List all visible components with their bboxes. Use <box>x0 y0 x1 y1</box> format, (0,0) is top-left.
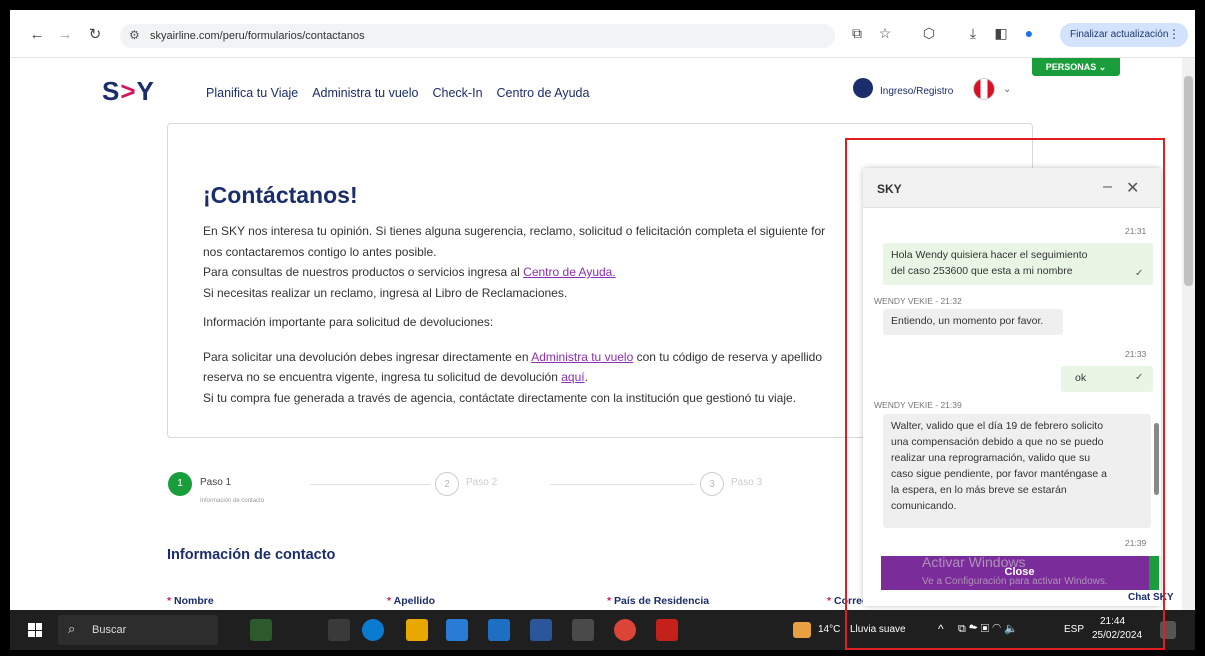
update-button[interactable]: Finalizar actualización ⋮ <box>1060 23 1188 47</box>
step-connector <box>550 484 695 485</box>
step-1-sub: Información de contacto <box>200 498 265 504</box>
nav-checkin[interactable]: Check-In <box>433 86 483 100</box>
acrobat-icon[interactable] <box>656 619 678 641</box>
peru-flag-icon[interactable] <box>973 78 995 100</box>
intro-line-2: nos contactaremos contigo lo antes posib… <box>203 245 437 259</box>
back-icon[interactable]: ← <box>28 26 46 44</box>
step-1-label: Paso 1 <box>200 477 232 488</box>
weather-temp: 14°C <box>818 624 841 635</box>
step-2-label: Paso 2 <box>466 477 498 488</box>
menu-dots-icon[interactable]: ⋮ <box>1168 27 1180 41</box>
sky-logo[interactable]: S>Y <box>102 76 155 107</box>
windows-start-icon[interactable] <box>28 623 42 637</box>
mail-icon[interactable] <box>488 619 510 641</box>
chrome-icon[interactable] <box>614 619 636 641</box>
reload-icon[interactable]: ↻ <box>86 26 104 44</box>
translate-icon[interactable]: ⧉ <box>848 25 866 42</box>
address-bar[interactable]: ⚙ skyairline.com/peru/formularios/contac… <box>120 24 835 48</box>
pais-label: * País de Residencia <box>607 595 710 607</box>
page-scrollbar[interactable] <box>1182 58 1195 610</box>
administra-vuelo-link[interactable]: Administra tu vuelo <box>531 350 633 364</box>
update-label: Finalizar actualización <box>1070 29 1169 40</box>
intro-line-3: Para consultas de nuestros productos o s… <box>203 265 616 279</box>
download-icon[interactable]: ⤓ <box>964 25 982 42</box>
contact-section-title: Información de contacto <box>167 547 336 563</box>
personas-label: PERSONAS <box>1045 62 1097 72</box>
app-icon[interactable] <box>572 619 594 641</box>
refund-line-3: Si tu compra fue generada a través de ag… <box>203 391 797 405</box>
word-icon[interactable] <box>530 619 552 641</box>
step-3-label: Paso 3 <box>731 477 763 488</box>
extensions-icon[interactable]: ⬡ <box>920 25 938 42</box>
store-icon[interactable] <box>446 619 468 641</box>
intro-line-4: Si necesitas realizar un reclamo, ingres… <box>203 286 568 300</box>
sidepanel-icon[interactable]: ◧ <box>992 25 1010 42</box>
refund-line-2: reserva no se encuentra vigente, ingresa… <box>203 370 588 384</box>
login-link[interactable]: Ingreso/Registro <box>880 86 953 97</box>
bookmark-star-icon[interactable]: ☆ <box>876 25 894 42</box>
url-text: skyairline.com/peru/formularios/contacta… <box>150 30 365 42</box>
scrollbar-thumb[interactable] <box>1184 76 1193 286</box>
widgets-icon[interactable] <box>250 619 272 641</box>
step-3-circle: 3 <box>700 472 724 496</box>
annotation-highlight-box <box>845 138 1165 650</box>
forward-icon[interactable]: → <box>56 26 74 44</box>
nombre-label: * Nombre <box>167 595 214 607</box>
file-explorer-icon[interactable] <box>406 619 428 641</box>
intro-line-1: En SKY nos interesa tu opinión. Si tiene… <box>203 224 826 238</box>
apellido-label: * Apellido <box>387 595 436 607</box>
profile-icon[interactable]: ● <box>1020 25 1038 41</box>
site-info-icon[interactable]: ⚙ <box>129 28 140 42</box>
site-header: S>Y Planifica tu Viaje Administra tu vue… <box>10 58 1182 110</box>
nav-administra[interactable]: Administra tu vuelo <box>312 86 418 100</box>
browser-toolbar: ← → ↻ ⚙ skyairline.com/peru/formularios/… <box>10 10 1195 58</box>
search-icon: ⌕ <box>68 621 76 636</box>
main-nav: Planifica tu Viaje Administra tu vuelo C… <box>206 86 589 100</box>
refund-heading: Información importante para solicitud de… <box>203 315 494 329</box>
chevron-down-icon[interactable]: ⌄ <box>1003 84 1011 95</box>
nav-centro-ayuda[interactable]: Centro de Ayuda <box>497 86 590 100</box>
nav-planifica[interactable]: Planifica tu Viaje <box>206 86 298 100</box>
taskbar-search[interactable]: ⌕ Buscar <box>58 615 218 645</box>
centro-ayuda-link[interactable]: Centro de Ayuda. <box>523 265 616 279</box>
refund-line-1: Para solicitar una devolución debes ingr… <box>203 350 823 364</box>
edge-icon[interactable] <box>362 619 384 641</box>
step-2-circle: 2 <box>435 472 459 496</box>
search-label: Buscar <box>92 624 127 636</box>
aqui-link[interactable]: aquí <box>561 370 584 384</box>
page-title: ¡Contáctanos! <box>203 182 358 208</box>
task-view-icon[interactable] <box>328 619 350 641</box>
user-icon[interactable] <box>853 78 873 98</box>
personas-dropdown[interactable]: PERSONAS ⌄ <box>1032 58 1120 76</box>
weather-icon[interactable] <box>793 622 811 638</box>
step-1-circle: 1 <box>168 472 192 496</box>
step-connector <box>310 484 430 485</box>
